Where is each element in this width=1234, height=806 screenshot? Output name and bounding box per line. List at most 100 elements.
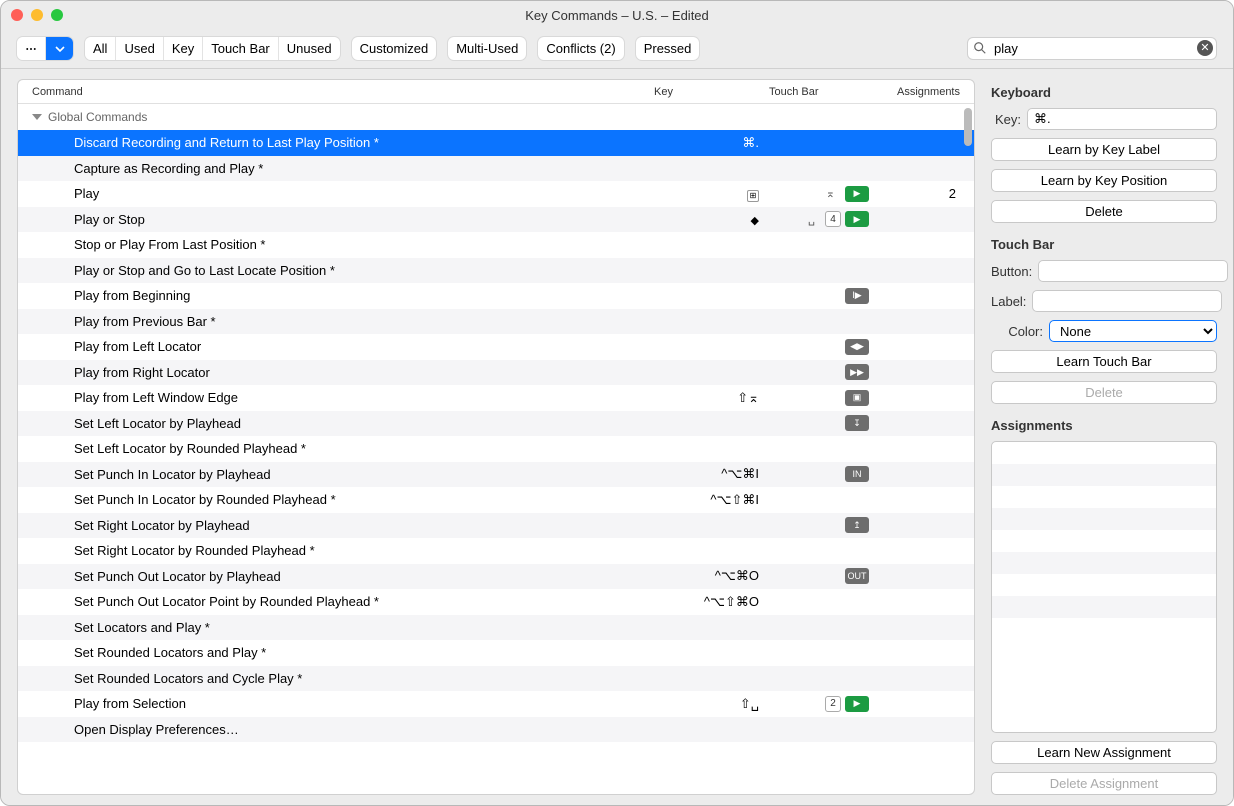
table-row[interactable]: Set Punch In Locator by Rounded Playhead… [18,487,974,513]
command-name: Discard Recording and Return to Last Pla… [18,135,654,150]
table-row[interactable]: Play from Left Locator◀▶ [18,334,974,360]
minimize-icon[interactable] [31,9,43,21]
titlebar: Key Commands – U.S. – Edited [1,1,1233,29]
traffic-lights [11,9,63,21]
table-row[interactable]: Play⊞⌅▶2 [18,181,974,207]
command-name: Play from Previous Bar * [18,314,654,329]
tb-button-label: Button: [991,264,1032,279]
tb-label-field[interactable] [1032,290,1222,312]
command-name: Play from Right Locator [18,365,654,380]
key-cell: ⇧␣ [654,696,769,712]
search-icon [973,41,987,55]
table-row[interactable]: Set Right Locator by Rounded Playhead * [18,538,974,564]
table-row[interactable]: Play from Selection⇧␣2▶ [18,691,974,717]
command-name: Set Right Locator by Playhead [18,518,654,533]
options-dropdown-icon[interactable] [45,37,73,60]
commands-table: Command Key Touch Bar Assignments Global… [17,79,975,795]
command-name: Set Right Locator by Rounded Playhead * [18,543,654,558]
table-row[interactable]: Set Left Locator by Playhead↧ [18,411,974,437]
learn-by-key-position-button[interactable]: Learn by Key Position [991,169,1217,192]
table-row[interactable]: Play from Left Window Edge⇧⌅▣ [18,385,974,411]
table-row[interactable]: Capture as Recording and Play * [18,156,974,182]
toolbar-multi-used[interactable]: Multi-Used [448,37,526,60]
options-menu-icon[interactable] [17,37,45,60]
filter-all[interactable]: All [85,37,115,60]
window-title: Key Commands – U.S. – Edited [1,8,1233,23]
table-header: Command Key Touch Bar Assignments [18,80,974,104]
command-name: Set Punch In Locator by Rounded Playhead… [18,492,654,507]
filter-touch-bar[interactable]: Touch Bar [202,37,278,60]
touchbar-cell: I▶ [769,288,879,304]
touchbar-icon: I▶ [845,288,869,304]
table-row[interactable]: Open Display Preferences… [18,717,974,743]
group-label: Global Commands [48,110,147,124]
command-name: Set Rounded Locators and Cycle Play * [18,671,654,686]
table-row[interactable]: Set Punch Out Locator by Playhead^⌥⌘OOUT [18,564,974,590]
key-cell: ⊞ [654,186,769,202]
col-touchbar[interactable]: Touch Bar [769,86,879,98]
command-name: Set Rounded Locators and Play * [18,645,654,660]
table-row[interactable]: Set Right Locator by Playhead↥ [18,513,974,539]
touchbar-cell: 2▶ [769,696,879,712]
table-row[interactable]: Play from Right Locator ▶▶ [18,360,974,386]
touchbar-cell: ↧ [769,415,879,431]
toolbar-pressed[interactable]: Pressed [636,37,700,60]
command-name: Capture as Recording and Play * [18,161,654,176]
toolbar-customized[interactable]: Customized [352,37,437,60]
options-group [17,37,73,60]
key-commands-window: Key Commands – U.S. – Edited AllUsedKeyT… [0,0,1234,806]
table-row[interactable]: Set Rounded Locators and Cycle Play * [18,666,974,692]
learn-new-assignment-button[interactable]: Learn New Assignment [991,741,1217,764]
assignments-list[interactable] [991,441,1217,733]
table-row[interactable]: Play or Stop◆␣4▶ [18,207,974,233]
command-name: Play or Stop [18,212,654,227]
touchbar-icon: ↧ [845,415,869,431]
table-row[interactable]: Set Punch In Locator by Playhead^⌥⌘IIN [18,462,974,488]
filter-key[interactable]: Key [163,37,202,60]
filter-used[interactable]: Used [115,37,162,60]
tb-button-field[interactable] [1038,260,1228,282]
delete-assignment-button[interactable]: Delete Assignment [991,772,1217,795]
table-row[interactable]: Play from Previous Bar * [18,309,974,335]
table-row[interactable]: Set Punch Out Locator Point by Rounded P… [18,589,974,615]
delete-key-button[interactable]: Delete [991,200,1217,223]
scroll-thumb[interactable] [964,108,972,146]
disclosure-icon[interactable] [32,114,42,120]
filter-unused[interactable]: Unused [278,37,340,60]
tb-color-select[interactable]: None [1049,320,1217,342]
delete-touchbar-button[interactable]: Delete [991,381,1217,404]
table-body[interactable]: Global Commands Discard Recording and Ret… [18,104,974,794]
table-row[interactable]: Stop or Play From Last Position * [18,232,974,258]
touchbar-icon: OUT [845,568,869,584]
zoom-icon[interactable] [51,9,63,21]
key-cell: ^⌥⇧⌘I [654,492,769,508]
tb-label-label: Label: [991,294,1026,309]
table-row[interactable]: Set Locators and Play * [18,615,974,641]
touchbar-icon: ▣ [845,390,869,406]
command-name: Set Punch Out Locator Point by Rounded P… [18,594,654,609]
col-assignments[interactable]: Assignments [879,86,974,98]
assignments-cell: 2 [879,186,974,201]
table-row[interactable]: Discard Recording and Return to Last Pla… [18,130,974,156]
table-row[interactable]: Set Rounded Locators and Play * [18,640,974,666]
close-icon[interactable] [11,9,23,21]
touchbar-icon: ▶ [845,211,869,227]
touchbar-cell: ▶▶ [769,364,879,380]
col-key[interactable]: Key [654,86,769,98]
table-row[interactable]: Play from BeginningI▶ [18,283,974,309]
table-row[interactable]: Play or Stop and Go to Last Locate Posit… [18,258,974,284]
learn-touchbar-button[interactable]: Learn Touch Bar [991,350,1217,373]
group-header[interactable]: Global Commands [18,104,974,130]
section-assignments: Assignments [991,418,1217,433]
clear-search-icon[interactable]: ✕ [1197,40,1213,56]
col-command[interactable]: Command [18,86,654,98]
learn-by-key-label-button[interactable]: Learn by Key Label [991,138,1217,161]
toolbar-conflicts-2-[interactable]: Conflicts (2) [538,37,623,60]
key-cell: ⇧⌅ [654,390,769,406]
command-name: Stop or Play From Last Position * [18,237,654,252]
key-field[interactable] [1027,108,1217,130]
search-input[interactable] [967,37,1217,60]
touchbar-num-icon: 4 [825,211,841,227]
tb-color-label: Color: [991,324,1043,339]
table-row[interactable]: Set Left Locator by Rounded Playhead * [18,436,974,462]
